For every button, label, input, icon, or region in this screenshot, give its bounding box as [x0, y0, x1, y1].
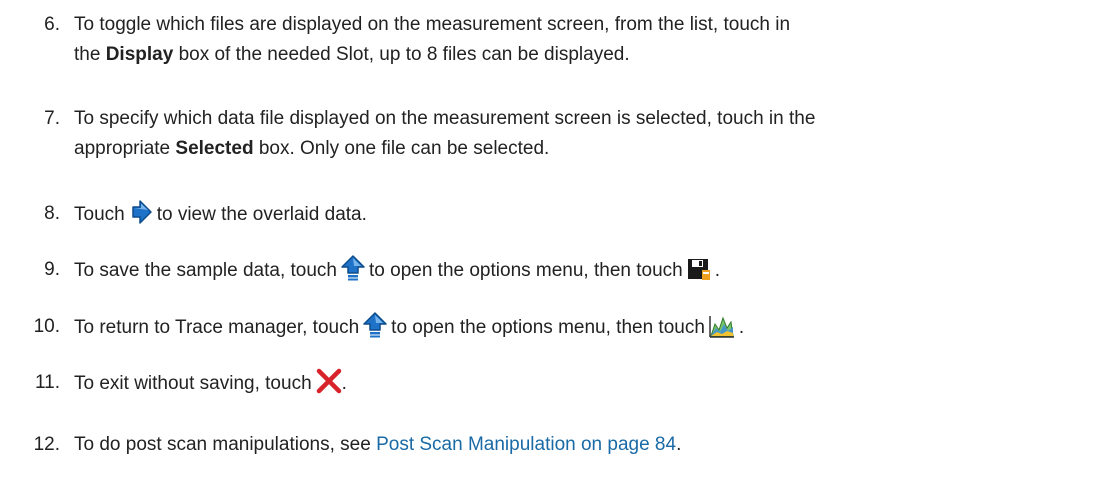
next-arrow-icon — [129, 199, 153, 235]
step-text-pre: To return to Trace manager, touch — [74, 317, 360, 338]
save-icon — [687, 257, 711, 291]
step-text-pre: To exit without saving, touch — [74, 373, 312, 394]
step-number: 9. — [44, 259, 60, 280]
step-text-pre: the — [74, 44, 106, 65]
step-text-post: box. Only one file can be selected. — [253, 138, 550, 159]
step-text-post: . — [714, 260, 721, 281]
step-text-pre: To save the sample data, touch — [74, 260, 337, 281]
close-icon — [316, 368, 342, 404]
step-text: To toggle which files are displayed on t… — [74, 10, 1104, 70]
selected-box-label: Selected — [175, 138, 254, 159]
step-text: To exit without saving, touch . — [74, 368, 1104, 404]
up-arrow-icon — [363, 312, 387, 348]
step-text: To do post scan manipulations, see Post … — [74, 430, 1104, 460]
step-text: To specify which data file displayed on … — [74, 104, 1104, 164]
trace-manager-icon — [709, 314, 735, 348]
step-number: 12. — [33, 434, 60, 455]
up-arrow-icon — [341, 255, 365, 291]
post-scan-manipulation-link[interactable]: Post Scan Manipulation on page 84 — [376, 434, 676, 455]
step-number: 7. — [44, 108, 60, 129]
step-number: 8. — [44, 203, 60, 224]
step-line: To specify which data file displayed on … — [74, 108, 816, 129]
step-number: 6. — [44, 14, 60, 35]
step-number: 11. — [34, 372, 60, 393]
step-text: To save the sample data, touch to open t… — [74, 255, 1104, 291]
step-text-post: . — [341, 373, 347, 394]
step-text-post: to view the overlaid data. — [156, 204, 367, 225]
step-text-post: . — [676, 434, 682, 455]
step-text: Touch to view the overlaid data. — [74, 199, 1104, 235]
step-text-mid: to open the options menu, then touch — [369, 260, 683, 281]
step-line: To toggle which files are displayed on t… — [74, 14, 791, 35]
step-text-mid: to open the options menu, then touch — [391, 317, 705, 338]
step-text: To return to Trace manager, touch to ope… — [74, 312, 1104, 348]
step-text-post: . — [738, 317, 745, 338]
step-text-post: box of the needed Slot, up to 8 files ca… — [173, 44, 630, 65]
step-text-pre: appropriate — [74, 138, 176, 159]
step-text-pre: Touch — [74, 204, 125, 225]
step-number: 10. — [33, 316, 60, 337]
display-box-label: Display — [105, 44, 174, 65]
step-text-pre: To do post scan manipulations, see — [74, 434, 377, 455]
